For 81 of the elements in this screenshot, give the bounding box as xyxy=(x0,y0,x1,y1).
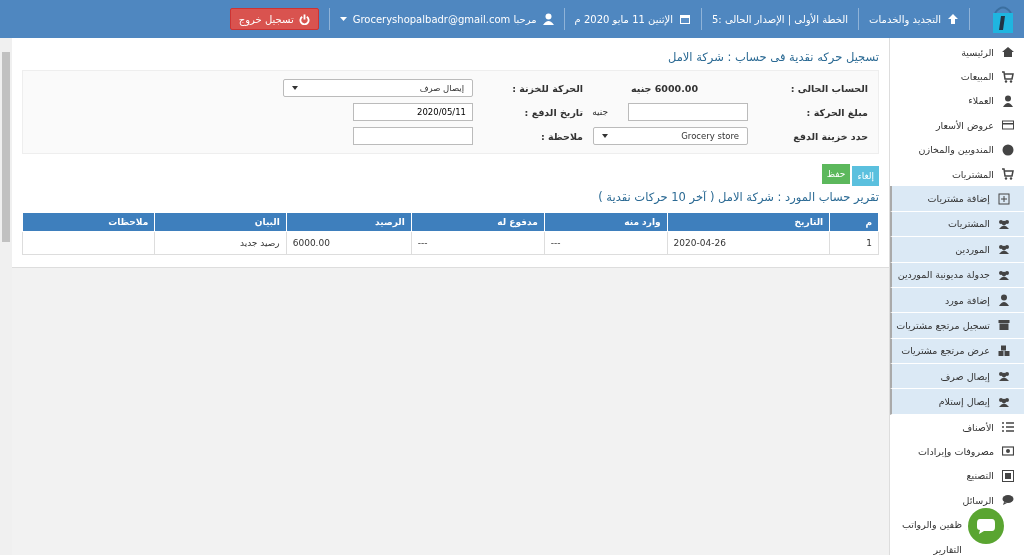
user-icon xyxy=(1002,94,1014,107)
unit-label: جنيه xyxy=(592,107,608,117)
list-icon xyxy=(1002,421,1014,434)
card-icon xyxy=(1002,119,1014,132)
user-icon xyxy=(998,294,1010,307)
table-cell: رصيد جديد xyxy=(154,231,287,255)
submenu-item[interactable]: المشتريات xyxy=(890,211,1024,238)
table-cell: --- xyxy=(411,231,545,255)
caret-icon xyxy=(292,86,298,90)
select-field[interactable]: Grocery store xyxy=(593,127,748,145)
field-label: تاريخ الدفع : xyxy=(524,106,583,118)
cart-icon xyxy=(1002,70,1014,83)
plus-icon xyxy=(998,192,1010,205)
field-label: حدد خزينة الدفع xyxy=(793,130,868,142)
users-icon xyxy=(998,395,1010,408)
column-header: مدفوع له xyxy=(411,212,545,232)
menu-item[interactable]: عروض الأسعار xyxy=(890,113,1024,138)
user-icon xyxy=(542,13,554,25)
header-link[interactable]: مرحبا Groceryshopalbadr@gmail.com xyxy=(352,13,537,25)
submenu-item[interactable]: جدولة مديونية الموردين xyxy=(890,262,1024,288)
header-link[interactable]: التجديد والخدمات xyxy=(869,13,941,25)
menu-item[interactable]: المبيعات xyxy=(890,64,1024,89)
caret-icon xyxy=(602,134,608,138)
field-label: الحركة للخزنة : xyxy=(512,82,583,94)
column-header: الرصيد xyxy=(286,212,412,232)
users-icon xyxy=(998,243,1010,256)
submenu-item[interactable]: الموردين xyxy=(890,237,1024,263)
header-link[interactable]: الإثنين 11 مايو 2020 م xyxy=(574,13,673,25)
input-field[interactable] xyxy=(628,103,748,121)
users-icon xyxy=(998,370,1010,383)
users-icon xyxy=(998,217,1010,230)
cubes-icon xyxy=(998,344,1010,357)
logout-button[interactable]: تسجيل خروج xyxy=(229,8,319,30)
chat-icon xyxy=(1002,494,1014,507)
box-icon xyxy=(998,319,1010,332)
report-title: تقرير حساب المورد : شركة الامل ( آخر 10 حركات نقدية ) xyxy=(597,190,879,204)
grid-icon xyxy=(1002,469,1014,482)
table-cell: --- xyxy=(544,231,668,255)
menu-item[interactable]: المندوبين والمخازن xyxy=(890,137,1024,162)
field-label: الحساب الحالى : xyxy=(790,82,868,94)
power-icon xyxy=(298,13,310,25)
menu-item[interactable]: التقارير xyxy=(890,536,1024,555)
submenu-item[interactable]: إضافة مشتريات xyxy=(890,186,1024,212)
users-icon xyxy=(998,268,1010,281)
submenu-item[interactable]: إضافة مورد xyxy=(890,287,1024,314)
column-header: ملاحظات xyxy=(22,212,155,232)
menu-item[interactable]: الرئيسية xyxy=(890,40,1024,65)
up-arrow-icon xyxy=(947,13,959,25)
money-icon xyxy=(1002,445,1014,458)
field-label: ملاحظة : xyxy=(540,130,583,142)
column-header: م xyxy=(829,212,879,232)
submenu-item[interactable]: تسجيل مرتجع مشتريات xyxy=(890,313,1024,339)
menu-item[interactable]: الأصناف xyxy=(890,414,1024,440)
select-field[interactable]: إيصال صرف xyxy=(283,79,473,97)
column-header: التاريخ xyxy=(667,212,830,232)
home-icon xyxy=(1002,46,1014,59)
logo-icon xyxy=(990,4,1016,34)
input-field[interactable]: 2020/05/11 xyxy=(353,103,473,121)
column-header: البيان xyxy=(154,212,287,232)
column-header: وارد منه xyxy=(544,212,668,232)
menu-item[interactable]: الرسائل xyxy=(890,488,1024,513)
submenu-item[interactable]: إيصال إستلام xyxy=(890,389,1024,415)
table-cell: 6000.00 xyxy=(286,231,412,255)
input-field[interactable] xyxy=(353,127,473,145)
table-cell: 1 xyxy=(829,231,879,255)
menu-item[interactable]: العملاء xyxy=(890,88,1024,114)
menu-item[interactable]: ظفين والرواتب xyxy=(890,512,1024,537)
calendar-icon xyxy=(678,13,691,25)
balance-value: 6000.00 جنيه xyxy=(631,82,698,94)
field-label: مبلغ الحركة : xyxy=(806,106,868,118)
table-cell: 2020-04-26 xyxy=(667,231,830,255)
cart-icon xyxy=(1002,168,1014,181)
submenu-item[interactable]: عرض مرتجع مشتريات xyxy=(890,338,1024,365)
menu-item[interactable]: مصروفات وإيرادات xyxy=(890,439,1024,464)
chat-icon xyxy=(976,517,996,535)
menu-item[interactable]: التصنيع xyxy=(890,463,1024,489)
caret-icon xyxy=(339,16,347,22)
menu-item[interactable]: المشتريات xyxy=(890,161,1024,187)
submenu-item[interactable]: إيصال صرف xyxy=(890,364,1024,390)
header-link[interactable]: الخطة الأولى | الإصدار الحالى :5 xyxy=(711,13,849,25)
page-title: تسجيل حركه نقدية فى حساب : شركة الامل xyxy=(666,50,879,64)
